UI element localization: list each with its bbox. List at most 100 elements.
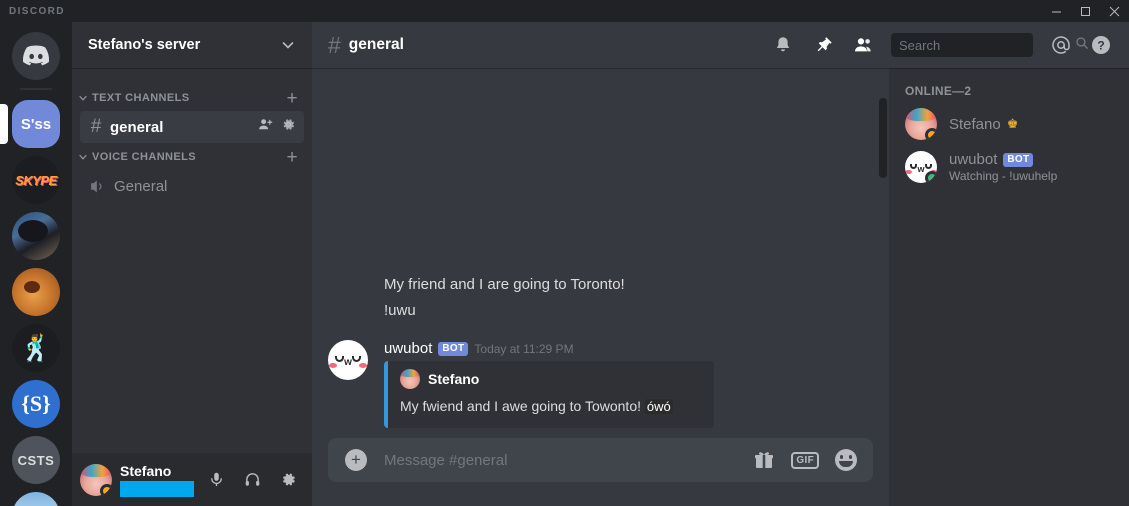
avatar-blush-left	[329, 363, 337, 368]
speaker-icon	[88, 178, 106, 195]
crown-icon: ♚	[1006, 116, 1019, 131]
mentions-icon[interactable]	[1041, 25, 1081, 65]
chevron-down-icon[interactable]	[280, 37, 296, 53]
category-text-channels[interactable]: TEXT CHANNELS +	[72, 86, 312, 110]
add-voice-channel-icon[interactable]: +	[287, 148, 305, 167]
guild-icon-csts[interactable]: CSTS	[12, 436, 60, 484]
discord-home-icon[interactable]	[12, 32, 60, 80]
app-body: S'ss SKYPE 🕺 {S} CSTS Stefano's server T…	[0, 22, 1129, 506]
avatar-mouth: w	[344, 357, 352, 368]
avatar-eye-right	[352, 356, 361, 362]
gif-picker-icon[interactable]: GIF	[791, 451, 819, 469]
guild-item-photo1[interactable]	[0, 208, 72, 264]
category-voice-channels[interactable]: VOICE CHANNELS +	[72, 145, 312, 169]
edit-channel-icon[interactable]	[281, 117, 296, 137]
composer-actions: GIF	[753, 449, 857, 471]
member-list: ONLINE—2 Stefano ♚ w uwubot BOT Watching…	[889, 68, 1129, 506]
minimize-icon[interactable]	[1042, 0, 1071, 22]
member-name: uwubot	[949, 151, 998, 168]
user-settings-icon[interactable]	[272, 464, 304, 496]
message-header: uwubot BOT Today at 11:29 PM	[384, 340, 873, 357]
guild-icon-photo2[interactable]	[12, 268, 60, 316]
embed-author: Stefano	[400, 369, 698, 389]
avatar-eye-left	[335, 356, 344, 362]
member-name-row: uwubot BOT	[949, 151, 1113, 168]
guild-separator	[20, 88, 52, 90]
channel-list: TEXT CHANNELS + # general VOICE CHANNELS…	[72, 68, 312, 453]
embed-description-text: My fwiend and I awe going to Towonto!	[400, 398, 642, 414]
message-scroller[interactable]: My friend and I are going to Toronto! !u…	[312, 68, 889, 438]
search-box[interactable]	[891, 33, 1088, 57]
help-icon[interactable]: ?	[1081, 25, 1121, 65]
discord-window: DISCORD S'ss SKYPE 🕺 {S} CSTS Stefano's …	[0, 0, 1129, 506]
category-label-voice: VOICE CHANNELS	[92, 151, 196, 163]
deafen-icon[interactable]	[236, 464, 268, 496]
channel-item-general[interactable]: # general	[80, 111, 304, 143]
messages-column: My friend and I are going to Toronto! !u…	[312, 68, 889, 506]
message-body: uwubot BOT Today at 11:29 PM Stefano My …	[384, 340, 873, 428]
notifications-icon[interactable]	[763, 25, 803, 65]
avatar-mouth: w	[917, 164, 925, 174]
guild-icon-sss[interactable]: S'ss	[12, 100, 60, 148]
avatar[interactable]: w	[328, 340, 368, 380]
message-item-bot: w uwubot BOT Today at 11:29 PM Stefano M…	[328, 332, 873, 430]
embed-author-name: Stefano	[428, 371, 480, 387]
page-title: general	[348, 36, 404, 53]
mute-icon[interactable]	[200, 464, 232, 496]
member-list-icon[interactable]	[843, 25, 883, 65]
member-list-category: ONLINE—2	[905, 84, 972, 98]
create-invite-icon[interactable]	[258, 117, 273, 137]
message-composer[interactable]: + GIF	[328, 438, 873, 482]
member-item-stefano[interactable]: Stefano ♚	[897, 103, 1121, 145]
user-panel-info[interactable]: Stefano	[120, 463, 200, 497]
channel-item-general-voice[interactable]: General	[80, 170, 304, 202]
guild-item-skype[interactable]: SKYPE	[0, 152, 72, 208]
server-name: Stefano's server	[88, 37, 201, 53]
hash-icon-header: #	[328, 31, 341, 58]
guild-item-home[interactable]	[0, 28, 72, 84]
guild-item-csts[interactable]: CSTS	[0, 432, 72, 488]
guild-icon-squidward[interactable]: 🕺	[12, 324, 60, 372]
embed-kaomoji: ówó	[644, 399, 673, 414]
guild-item-photo3[interactable]	[0, 488, 72, 506]
guild-icon-s[interactable]: {S}	[12, 380, 60, 428]
member-item-uwubot[interactable]: w uwubot BOT Watching - !uwuhelp	[897, 146, 1121, 188]
squidward-glyph: 🕺	[19, 333, 53, 363]
avatar	[905, 108, 937, 140]
main-content: # general Search ? My friend and I are g…	[312, 22, 1129, 506]
add-text-channel-icon[interactable]: +	[287, 89, 305, 108]
avatar[interactable]	[80, 463, 112, 496]
guild-item-sss[interactable]: S'ss	[0, 96, 72, 152]
close-icon[interactable]	[1100, 0, 1129, 22]
status-badge-online	[925, 171, 937, 183]
category-collapse-icon[interactable]	[76, 93, 90, 103]
member-activity: Watching - !uwuhelp	[949, 169, 1058, 183]
window-controls	[1042, 0, 1129, 22]
bot-badge: BOT	[438, 341, 469, 356]
avatar-blush-right	[359, 363, 367, 368]
guild-icon-skype[interactable]: SKYPE	[12, 156, 60, 204]
guild-item-s[interactable]: {S}	[0, 376, 72, 432]
embed-author-avatar	[400, 369, 420, 389]
guild-rail[interactable]: S'ss SKYPE 🕺 {S} CSTS	[0, 22, 72, 506]
message-author[interactable]: uwubot	[384, 340, 432, 357]
channel-header: # general Search ?	[312, 22, 1129, 68]
pinned-messages-icon[interactable]	[803, 25, 843, 65]
avatar-eye-right	[925, 164, 932, 169]
message-input[interactable]	[384, 440, 754, 480]
bot-badge: BOT	[1003, 152, 1034, 167]
guild-icon-photo3[interactable]	[12, 492, 60, 506]
guild-icon-photo1[interactable]	[12, 212, 60, 260]
add-attachment-icon[interactable]: +	[328, 449, 384, 471]
member-info: Stefano ♚	[949, 116, 1113, 133]
member-info: uwubot BOT Watching - !uwuhelp	[949, 151, 1113, 183]
messages-scrollbar-thumb[interactable]	[879, 98, 887, 178]
category-collapse-icon-voice[interactable]	[76, 152, 90, 162]
emoji-picker-icon[interactable]	[835, 449, 857, 471]
guild-item-squidward[interactable]: 🕺	[0, 320, 72, 376]
server-header-button[interactable]: Stefano's server	[72, 22, 312, 68]
maximize-icon[interactable]	[1071, 0, 1100, 22]
guild-item-photo2[interactable]	[0, 264, 72, 320]
app-title: DISCORD	[9, 5, 65, 17]
gift-icon[interactable]	[753, 449, 775, 471]
